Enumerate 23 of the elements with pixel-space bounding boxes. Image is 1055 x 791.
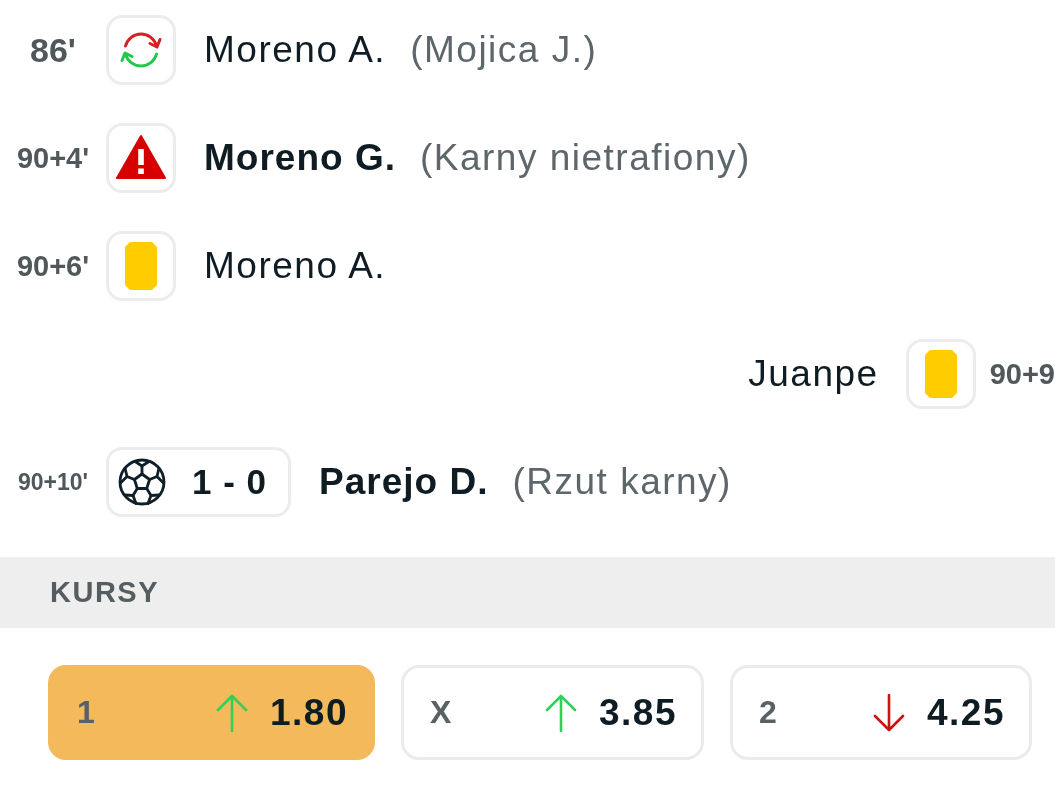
player-name: Juanpe bbox=[748, 353, 879, 395]
player-name: Parejo D. bbox=[319, 461, 489, 503]
player-name: Moreno G. bbox=[204, 137, 396, 179]
event-detail: (Karny nietrafiony) bbox=[419, 137, 751, 179]
swap-arrows-icon bbox=[106, 15, 176, 85]
odds-button[interactable]: 2 4.25 bbox=[730, 665, 1032, 760]
odds-button[interactable]: X 3.85 bbox=[401, 665, 704, 760]
card-icon bbox=[905, 339, 976, 409]
player-name: Moreno A. bbox=[204, 245, 387, 287]
match-minute: 90+10' bbox=[16, 468, 90, 496]
match-minute: 90+6' bbox=[15, 249, 91, 283]
event-detail: (Rzut karny) bbox=[512, 461, 732, 503]
player-name: Moreno A. bbox=[204, 29, 387, 71]
section-title: KURSY bbox=[50, 576, 159, 609]
match-minute: 90+9 bbox=[989, 357, 1055, 391]
match-minute: 86' bbox=[29, 30, 77, 70]
match-minute: 90+4' bbox=[15, 141, 91, 175]
soccer-ball-icon bbox=[118, 458, 166, 506]
card-icon bbox=[106, 231, 176, 301]
warning-icon bbox=[106, 123, 176, 193]
event-detail: (Mojica J.) bbox=[410, 29, 598, 71]
odds-button[interactable]: 1 1.80 bbox=[48, 665, 375, 760]
score: 1 - 0 bbox=[192, 462, 268, 502]
